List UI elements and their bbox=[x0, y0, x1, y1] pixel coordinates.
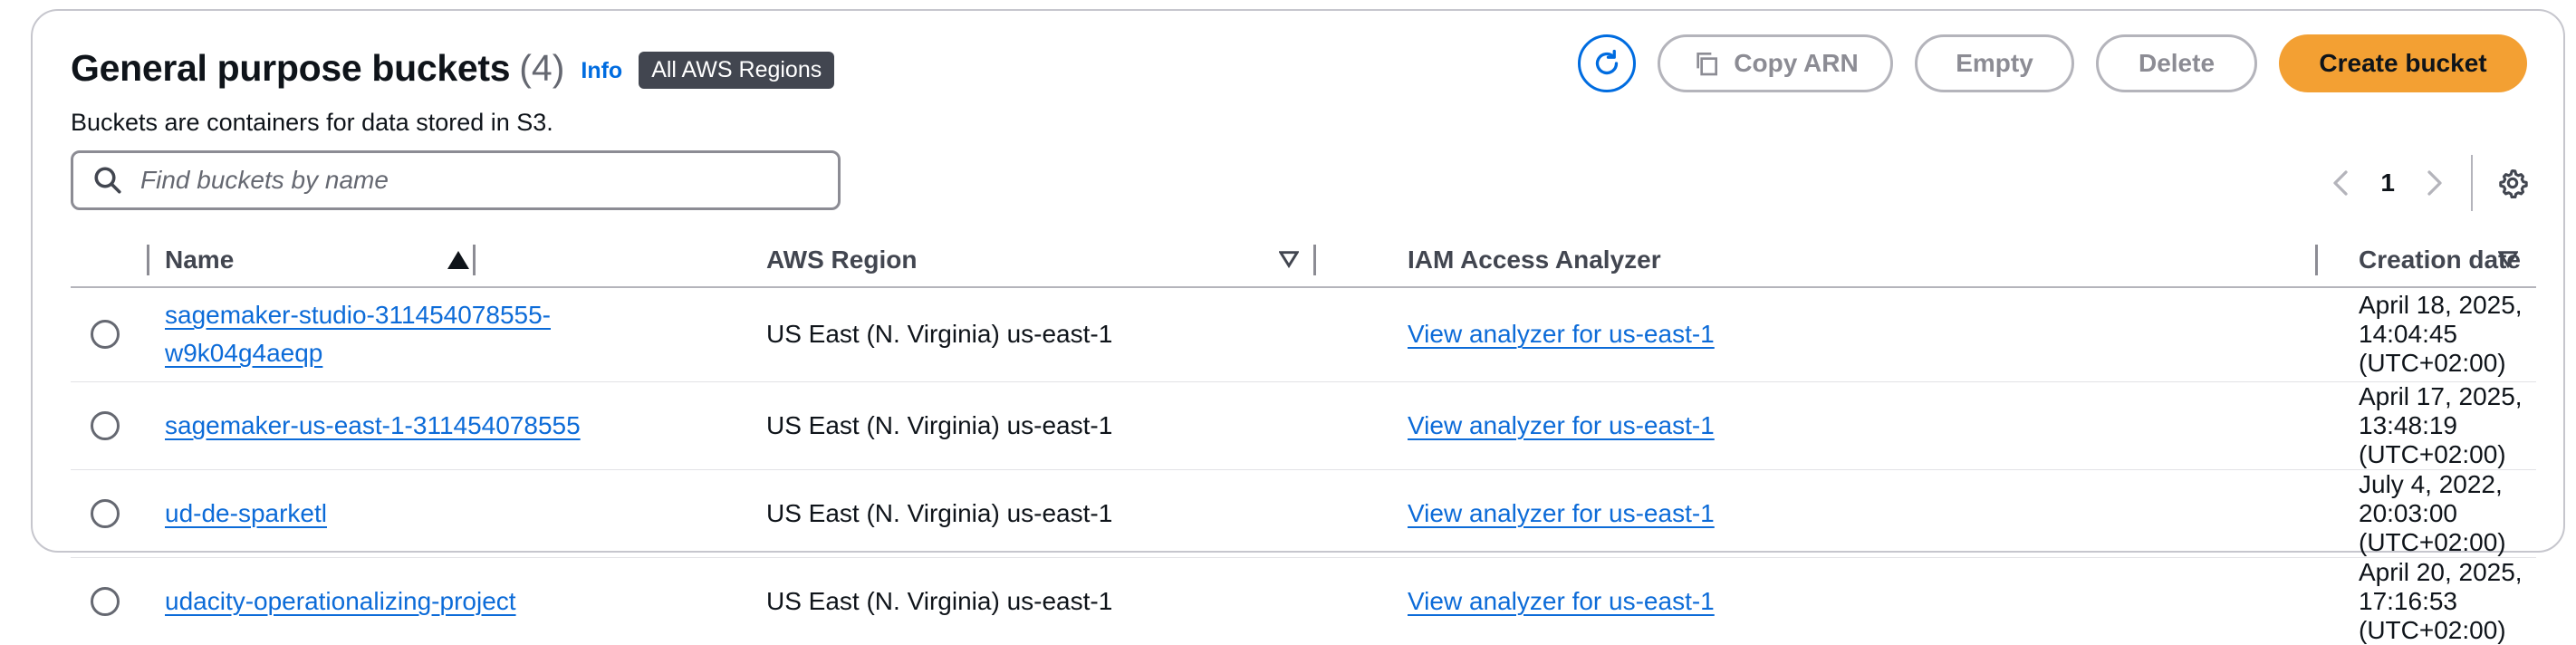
header: General purpose buckets (4) Info All AWS… bbox=[71, 47, 835, 90]
region-badge: All AWS Regions bbox=[639, 52, 835, 89]
table-row[interactable]: udacity-operationalizing-project US East… bbox=[71, 557, 2536, 645]
region-cell: US East (N. Virginia) us-east-1 bbox=[766, 586, 1113, 615]
table-row[interactable]: sagemaker-studio-311454078555-w9k04g4aeq… bbox=[71, 287, 2536, 382]
page-number[interactable]: 1 bbox=[2380, 168, 2395, 197]
column-header-region[interactable]: AWS Region bbox=[766, 234, 1360, 288]
gear-icon bbox=[2499, 168, 2528, 198]
bucket-link[interactable]: sagemaker-studio-311454078555-w9k04g4aeq… bbox=[165, 296, 636, 372]
region-cell: US East (N. Virginia) us-east-1 bbox=[766, 381, 1360, 470]
search-icon bbox=[94, 167, 121, 194]
preferences-button[interactable] bbox=[2494, 165, 2531, 201]
column-label: AWS Region bbox=[766, 245, 918, 274]
next-page-button[interactable] bbox=[2417, 165, 2453, 201]
pagination: 1 bbox=[2322, 154, 2531, 212]
select-column-header bbox=[71, 234, 165, 288]
column-separator[interactable] bbox=[1313, 245, 1316, 275]
row-radio[interactable] bbox=[91, 586, 120, 616]
column-separator[interactable] bbox=[473, 245, 476, 275]
refresh-icon bbox=[1595, 49, 1619, 75]
column-label: Creation date bbox=[2359, 245, 2521, 274]
search-input[interactable] bbox=[140, 166, 829, 195]
column-header-date[interactable]: Creation date bbox=[1955, 234, 2536, 288]
sort-ascending-icon bbox=[447, 251, 469, 269]
description: Buckets are containers for data stored i… bbox=[71, 109, 553, 136]
create-bucket-button[interactable]: Create bucket bbox=[2279, 34, 2527, 92]
column-header-name[interactable]: Name bbox=[165, 234, 766, 288]
row-radio[interactable] bbox=[91, 320, 120, 350]
chevron-left-icon bbox=[2333, 170, 2349, 196]
creation-date-cell: April 17, 2025, 13:48:19 (UTC+02:00) bbox=[1955, 381, 2536, 470]
search-box[interactable] bbox=[71, 150, 841, 210]
sort-icon bbox=[1279, 251, 1299, 268]
column-label: IAM Access Analyzer bbox=[1408, 245, 1661, 274]
analyzer-link[interactable]: View analyzer for us-east-1 bbox=[1408, 587, 1715, 615]
bucket-link[interactable]: sagemaker-us-east-1-311454078555 bbox=[165, 411, 581, 439]
prev-page-button[interactable] bbox=[2322, 165, 2359, 201]
creation-date-cell: April 18, 2025, 14:04:45 (UTC+02:00) bbox=[1955, 287, 2536, 382]
column-separator bbox=[147, 245, 149, 275]
column-label: Name bbox=[165, 245, 235, 274]
delete-button[interactable]: Delete bbox=[2096, 34, 2257, 92]
buckets-table: Name AWS Region IAM Access Analyzer Crea… bbox=[71, 234, 2536, 645]
table-row[interactable]: ud-de-sparketl US East (N. Virginia) us-… bbox=[71, 469, 2536, 558]
info-link[interactable]: Info bbox=[581, 58, 622, 84]
copy-icon bbox=[1697, 53, 1718, 76]
creation-date-cell: April 20, 2025, 17:16:53 (UTC+02:00) bbox=[2359, 557, 2523, 644]
pager-divider bbox=[2471, 155, 2473, 211]
chevron-right-icon bbox=[2427, 170, 2442, 196]
sort-icon bbox=[2498, 251, 2518, 268]
row-radio[interactable] bbox=[91, 410, 120, 440]
row-radio[interactable] bbox=[91, 498, 120, 528]
page-title: General purpose buckets bbox=[71, 47, 511, 89]
bucket-link[interactable]: udacity-operationalizing-project bbox=[165, 587, 516, 615]
region-cell: US East (N. Virginia) us-east-1 bbox=[766, 469, 1360, 558]
copy-arn-button[interactable]: Copy ARN bbox=[1658, 34, 1893, 92]
table-header-row: Name AWS Region IAM Access Analyzer Crea… bbox=[71, 234, 2536, 288]
analyzer-link[interactable]: View analyzer for us-east-1 bbox=[1408, 320, 1715, 348]
region-cell: US East (N. Virginia) us-east-1 bbox=[766, 287, 1360, 382]
refresh-button[interactable] bbox=[1578, 34, 1636, 92]
creation-date-cell: July 4, 2022, 20:03:00 (UTC+02:00) bbox=[1955, 469, 2536, 558]
toolbar: Copy ARN Empty Delete Create bucket bbox=[1578, 34, 2527, 92]
copy-arn-label: Copy ARN bbox=[1734, 49, 1859, 77]
bucket-link[interactable]: ud-de-sparketl bbox=[165, 499, 327, 527]
buckets-panel: General purpose buckets (4) Info All AWS… bbox=[31, 9, 2565, 644]
bucket-count: (4) bbox=[519, 47, 565, 89]
column-header-iam[interactable]: IAM Access Analyzer bbox=[1360, 234, 2318, 288]
empty-button[interactable]: Empty bbox=[1915, 34, 2074, 92]
table-row[interactable]: sagemaker-us-east-1-311454078555 US East… bbox=[71, 381, 2536, 470]
analyzer-link[interactable]: View analyzer for us-east-1 bbox=[1408, 499, 1715, 527]
analyzer-link[interactable]: View analyzer for us-east-1 bbox=[1408, 411, 1715, 439]
